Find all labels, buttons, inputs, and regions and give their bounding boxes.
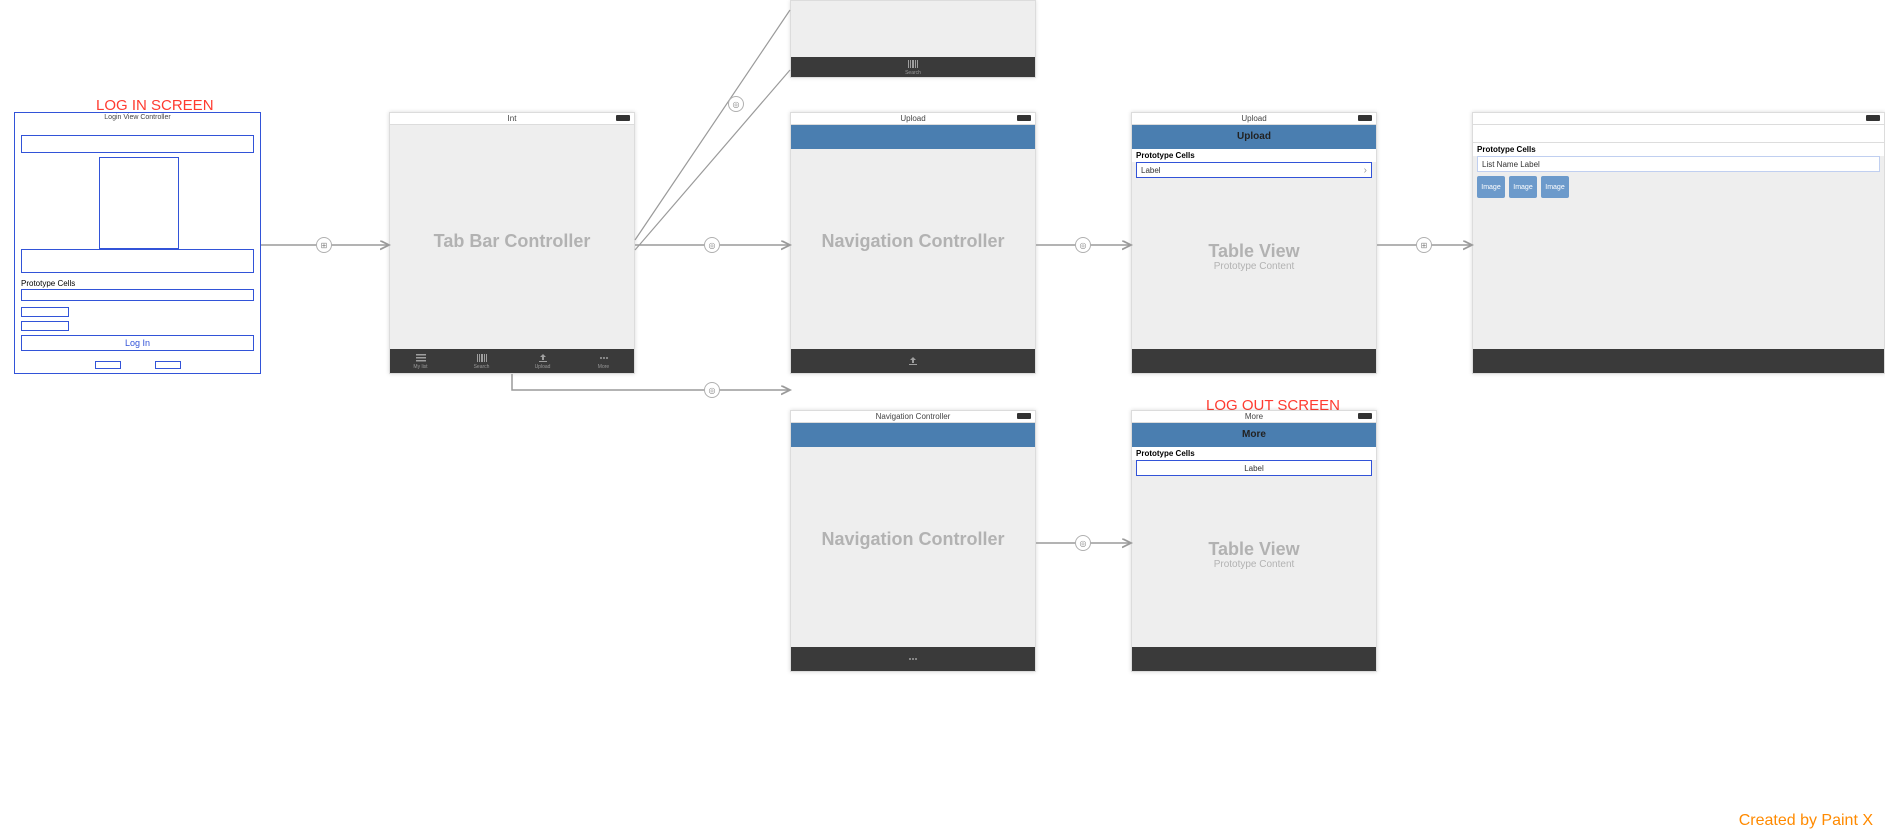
prototype-cells-header: Prototype Cells (21, 279, 75, 288)
battery-icon (1017, 413, 1031, 419)
navbar-more: More (1132, 423, 1376, 447)
battery-icon (1358, 115, 1372, 121)
scene-table-more[interactable]: More More Prototype Cells Label Table Vi… (1131, 410, 1377, 672)
titlebar: Upload (791, 113, 1035, 125)
watermark-text: Created by Paint X (1739, 812, 1873, 830)
tabbar (1132, 647, 1376, 671)
tabbar (1473, 349, 1884, 373)
tab-upload[interactable] (791, 349, 1035, 373)
navbar-upload: Upload (1132, 125, 1376, 149)
cell-label: List Name Label (1482, 160, 1540, 169)
placeholder-label: Navigation Controller (791, 231, 1035, 252)
segue-badge: ◎ (1075, 237, 1091, 253)
cell-label: Label (1141, 166, 1161, 175)
barcode-icon (908, 59, 918, 69)
titlebar: More (1132, 411, 1376, 423)
image-thumb[interactable]: Image (1477, 176, 1505, 198)
image-thumb[interactable]: Image (1509, 176, 1537, 198)
tab-label: My list (413, 364, 427, 370)
wireframe-box (99, 157, 179, 249)
tab-label: More (598, 364, 609, 370)
scene-title: Int (508, 114, 517, 123)
placeholder-label: Navigation Controller (791, 529, 1035, 550)
tabbar (1132, 349, 1376, 373)
more-icon (599, 353, 609, 363)
wireframe-box (21, 249, 254, 273)
thumbnail-row: Image Image Image (1473, 172, 1884, 202)
battery-icon (1866, 115, 1880, 121)
upload-icon (908, 356, 918, 366)
tab-item: Search (791, 57, 1035, 77)
wireframe-box (21, 135, 254, 153)
image-thumb[interactable]: Image (1541, 176, 1569, 198)
prototype-cell[interactable]: List Name Label (1477, 156, 1880, 172)
prototype-cell[interactable]: Label (1136, 460, 1372, 476)
scene-title: More (1245, 412, 1263, 421)
scene-login[interactable]: Login View Controller Prototype Cells Lo… (14, 112, 261, 374)
list-icon (416, 353, 426, 363)
navbar (791, 125, 1035, 149)
wireframe-input (21, 307, 69, 317)
tab-more[interactable] (791, 647, 1035, 671)
battery-icon (616, 115, 630, 121)
scene-tabbar-controller[interactable]: Int Tab Bar Controller My list Search Up… (389, 112, 635, 374)
tab-upload[interactable]: Upload (512, 349, 573, 373)
prototype-cell[interactable]: Label › (1136, 162, 1372, 178)
scene-title: Login View Controller (104, 114, 170, 121)
titlebar (1473, 113, 1884, 125)
nav-title: More (1242, 429, 1266, 440)
segue-badge: ◎ (728, 96, 744, 112)
upload-icon (538, 353, 548, 363)
barcode-icon (477, 353, 487, 363)
prototype-cells-header: Prototype Cells (1132, 149, 1376, 162)
chevron-right-icon: › (1364, 163, 1367, 177)
tabbar-clipped: Search (791, 57, 1035, 77)
placeholder-sublabel: Prototype Content (1132, 261, 1376, 272)
placeholder-label: Table View (1132, 241, 1376, 262)
segue-badge: ◎ (704, 382, 720, 398)
tabbar: My list Search Upload More (390, 349, 634, 373)
more-icon (908, 654, 918, 664)
tab-mylist[interactable]: My list (390, 349, 451, 373)
titlebar: Int (390, 113, 634, 125)
segue-badge: ⊞ (1416, 237, 1432, 253)
wireframe-box (95, 361, 121, 369)
segue-badge: ◎ (1075, 535, 1091, 551)
tab-label: Search (474, 364, 490, 370)
prototype-cells-header: Prototype Cells (1132, 447, 1376, 460)
scene-title: Upload (1241, 114, 1266, 123)
scene-title: Navigation Controller (876, 412, 951, 421)
scene-title: Upload (900, 114, 925, 123)
titlebar: Upload (1132, 113, 1376, 125)
scene-list-clipped[interactable]: Prototype Cells List Name Label Image Im… (1472, 112, 1885, 374)
battery-icon (1017, 115, 1031, 121)
battery-icon (1358, 413, 1372, 419)
tab-search[interactable]: Search (451, 349, 512, 373)
navbar (791, 423, 1035, 447)
scene-nav-more[interactable]: Navigation Controller Navigation Control… (790, 410, 1036, 672)
scene-table-upload[interactable]: Upload Upload Prototype Cells Label › Ta… (1131, 112, 1377, 374)
cell-label: Label (1244, 464, 1264, 473)
scene-clipped-top: Search (790, 0, 1036, 78)
tabbar (791, 647, 1035, 671)
prototype-cell (21, 289, 254, 301)
tabbar (791, 349, 1035, 373)
placeholder-label: Tab Bar Controller (390, 231, 634, 252)
segue-badge: ⊞ (316, 237, 332, 253)
placeholder-sublabel: Prototype Content (1132, 559, 1376, 570)
segue-badge: ◎ (704, 237, 720, 253)
wireframe-input (21, 321, 69, 331)
placeholder-label: Table View (1132, 539, 1376, 560)
tab-more[interactable]: More (573, 349, 634, 373)
titlebar: Navigation Controller (791, 411, 1035, 423)
login-button[interactable]: Log In (21, 335, 254, 351)
wireframe-box (155, 361, 181, 369)
scene-nav-upload[interactable]: Upload Navigation Controller (790, 112, 1036, 374)
navbar-blank (1473, 125, 1884, 143)
nav-title: Upload (1237, 131, 1271, 142)
prototype-cells-header: Prototype Cells (1473, 143, 1884, 156)
tab-label: Search (905, 70, 921, 76)
tab-label: Upload (535, 364, 551, 370)
titlebar-login: Login View Controller (15, 113, 260, 123)
